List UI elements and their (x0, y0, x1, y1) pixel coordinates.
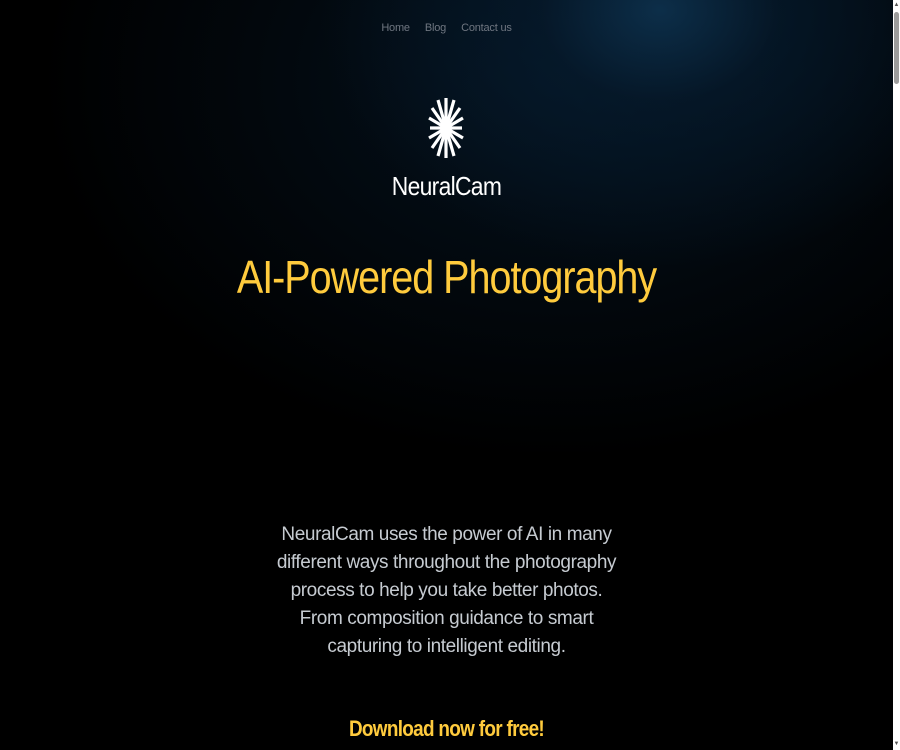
hero-description: NeuralCam uses the power of AI in many d… (276, 524, 617, 657)
nav-home-link[interactable]: Home (381, 22, 410, 34)
scroll-up-arrow-icon[interactable]: ▲ (893, 2, 900, 9)
page: Home Blog Contact us NeuralCam AI-Powere… (0, 0, 893, 750)
scroll-down-arrow-icon[interactable]: ▼ (893, 741, 900, 748)
download-cta-link[interactable]: Download now for free! (63, 716, 831, 742)
starburst-icon (428, 98, 464, 158)
top-nav: Home Blog Contact us (0, 22, 893, 34)
nav-contact-link[interactable]: Contact us (461, 22, 512, 34)
brand-name: NeuralCam (391, 171, 502, 201)
vertical-scrollbar[interactable]: ▲ ▼ (893, 0, 900, 750)
nav-blog-link[interactable]: Blog (425, 22, 446, 34)
scrollbar-thumb[interactable] (894, 12, 899, 84)
hero-headline: AI-Powered Photography (236, 251, 657, 303)
